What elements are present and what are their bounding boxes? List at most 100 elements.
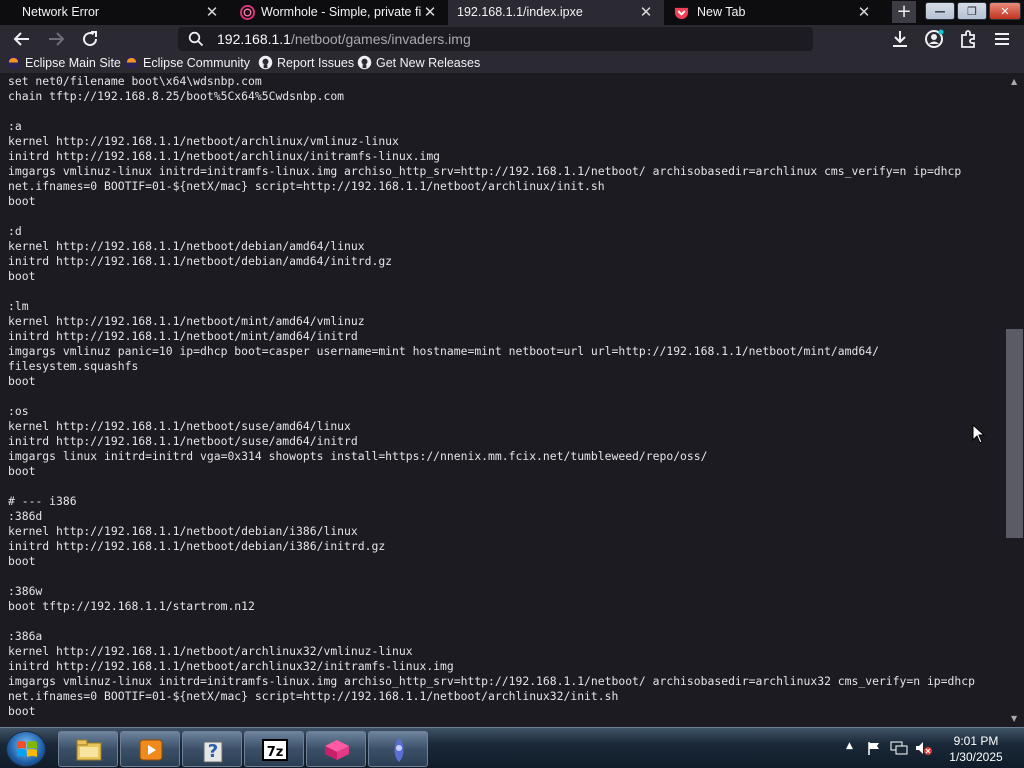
source-line: kernel http://192.168.1.1/netboot/archli… <box>8 644 413 658</box>
minimize-button[interactable]: — <box>925 2 955 20</box>
source-line: boot <box>8 194 36 208</box>
source-line: net.ifnames=0 BOOTIF=01-${netX/mac} scri… <box>8 689 619 703</box>
taskbar-wormhole[interactable] <box>306 731 366 767</box>
back-arrow-icon[interactable] <box>10 27 34 51</box>
7zip-icon: 7z <box>262 739 288 761</box>
source-line: boot <box>8 704 36 718</box>
github-icon <box>258 55 273 70</box>
source-line: initrd http://192.168.1.1/netboot/archli… <box>8 149 441 163</box>
explorer-icon <box>76 739 102 761</box>
source-line <box>8 479 1004 494</box>
github-icon <box>357 55 372 70</box>
reload-icon[interactable] <box>78 27 102 51</box>
source-line <box>8 209 1004 224</box>
maximize-icon: ❐ <box>967 5 977 18</box>
tab-index-ipxe[interactable]: 192.168.1.1/index.ipxe ✕ <box>448 0 664 25</box>
help-icon: ? <box>203 741 223 763</box>
action-center-flag-icon[interactable] <box>866 740 882 756</box>
source-line: imgargs vmlinuz-linux initrd=initramfs-l… <box>8 674 975 688</box>
source-line: boot <box>8 554 36 568</box>
source-line: imgargs linux initrd=initrd vga=0x314 sh… <box>8 449 708 463</box>
source-line: initrd http://192.168.1.1/netboot/archli… <box>8 659 454 673</box>
bookmark-label: Get New Releases <box>376 55 481 70</box>
source-line: boot <box>8 269 36 283</box>
page-content: set net0/filename boot\x64\wdsnbp.com cha… <box>0 73 1024 727</box>
bookmarks-toolbar: Eclipse Main Site Eclipse Community Repo… <box>0 52 1024 73</box>
clock-date[interactable]: 1/30/2025 <box>940 750 1012 764</box>
wormhole-app-icon <box>325 740 349 760</box>
navigation-toolbar: 192.168.1.1/netboot/games/invaders.img <box>0 25 1024 52</box>
url-bar[interactable]: 192.168.1.1/netboot/games/invaders.img <box>178 27 813 51</box>
network-icon[interactable] <box>890 740 908 756</box>
volume-muted-icon[interactable] <box>914 740 932 756</box>
tab-title: 192.168.1.1/index.ipxe <box>457 5 583 19</box>
tab-wormhole[interactable]: Wormhole - Simple, private file ✕ <box>230 0 446 25</box>
tab-strip: Network Error ✕ Wormhole - Simple, priva… <box>0 0 1024 25</box>
close-icon[interactable]: ✕ <box>855 3 873 21</box>
bookmark-label: Eclipse Community <box>143 55 250 70</box>
search-icon <box>188 31 204 47</box>
close-icon[interactable]: ✕ <box>637 3 655 21</box>
system-tray: ▲ 9:01 PM 1/30/2025 <box>840 728 1024 768</box>
bookmark-report-issues[interactable]: Report Issues <box>258 53 354 72</box>
maximize-button[interactable]: ❐ <box>957 2 987 20</box>
new-tab-button[interactable]: + <box>892 1 916 23</box>
scroll-down-arrow-icon[interactable]: ▼ <box>1011 714 1017 723</box>
forward-arrow-icon[interactable] <box>44 27 68 51</box>
source-line: kernel http://192.168.1.1/netboot/debian… <box>8 524 358 538</box>
taskbar-ipxe[interactable] <box>368 731 428 767</box>
close-icon[interactable]: ✕ <box>421 3 439 21</box>
source-line: :lm <box>8 299 29 313</box>
start-button[interactable] <box>6 731 46 767</box>
source-line: boot tftp://192.168.1.1/startrom.n12 <box>8 599 255 613</box>
tab-title: New Tab <box>697 5 746 19</box>
source-line: :386w <box>8 584 43 598</box>
pocket-icon <box>674 7 689 20</box>
source-line: :d <box>8 224 22 238</box>
bookmark-eclipse-community[interactable]: Eclipse Community <box>124 53 250 72</box>
taskbar-7zip[interactable]: 7z <box>244 731 304 767</box>
tab-title: Network Error <box>22 5 100 19</box>
download-icon[interactable] <box>888 27 912 51</box>
source-line: kernel http://192.168.1.1/netboot/mint/a… <box>8 314 365 328</box>
clock-time[interactable]: 9:01 PM <box>940 734 1012 748</box>
account-icon[interactable] <box>922 27 946 51</box>
url-text: 192.168.1.1/netboot/games/invaders.img <box>217 31 471 47</box>
ipxe-app-icon <box>394 738 404 762</box>
scroll-up-arrow-icon[interactable]: ▲ <box>1011 77 1017 86</box>
window-close-button[interactable]: ✕ <box>989 2 1021 20</box>
vertical-scrollbar[interactable]: ▲ ▼ <box>1005 73 1024 727</box>
source-line: boot <box>8 374 36 388</box>
source-line: chain tftp://192.168.8.25/boot%5Cx64%5Cw… <box>8 89 345 103</box>
url-path: /netboot/games/invaders.img <box>290 31 471 47</box>
taskbar-help[interactable]: ? <box>182 731 242 767</box>
wormhole-icon <box>240 5 255 20</box>
scroll-thumb[interactable] <box>1006 329 1023 538</box>
media-player-icon <box>139 739 163 761</box>
extensions-icon[interactable] <box>956 27 980 51</box>
taskbar-media-player[interactable] <box>120 731 180 767</box>
source-line <box>8 389 1004 404</box>
close-window-icon: ✕ <box>1000 5 1010 18</box>
plain-text-source: set net0/filename boot\x64\wdsnbp.com cha… <box>8 74 1004 719</box>
source-line: imgargs vmlinuz-linux initrd=initramfs-l… <box>8 164 962 178</box>
taskbar: ? 7z ▲ 9:01 PM 1/30/2025 <box>0 727 1024 768</box>
source-line: kernel http://192.168.1.1/netboot/debian… <box>8 239 365 253</box>
close-icon[interactable]: ✕ <box>203 3 221 21</box>
tab-network-error[interactable]: Network Error ✕ <box>0 0 228 25</box>
source-line: :386a <box>8 629 43 643</box>
show-hidden-icons-icon[interactable]: ▲ <box>846 741 853 751</box>
source-line: filesystem.squashfs <box>8 359 139 373</box>
source-line: initrd http://192.168.1.1/netboot/suse/a… <box>8 434 358 448</box>
source-line: kernel http://192.168.1.1/netboot/suse/a… <box>8 419 351 433</box>
mouse-pointer-icon <box>972 424 986 444</box>
eclipse-icon <box>6 55 21 70</box>
taskbar-explorer[interactable] <box>58 731 118 767</box>
minimize-icon: — <box>934 5 946 18</box>
bookmark-eclipse-main-site[interactable]: Eclipse Main Site <box>6 53 121 72</box>
bookmark-get-new-releases[interactable]: Get New Releases <box>357 53 480 72</box>
menu-icon[interactable] <box>990 27 1014 51</box>
url-host: 192.168.1.1 <box>217 31 291 47</box>
source-line: initrd http://192.168.1.1/netboot/debian… <box>8 539 386 553</box>
tab-new-tab[interactable]: New Tab ✕ <box>666 0 882 25</box>
